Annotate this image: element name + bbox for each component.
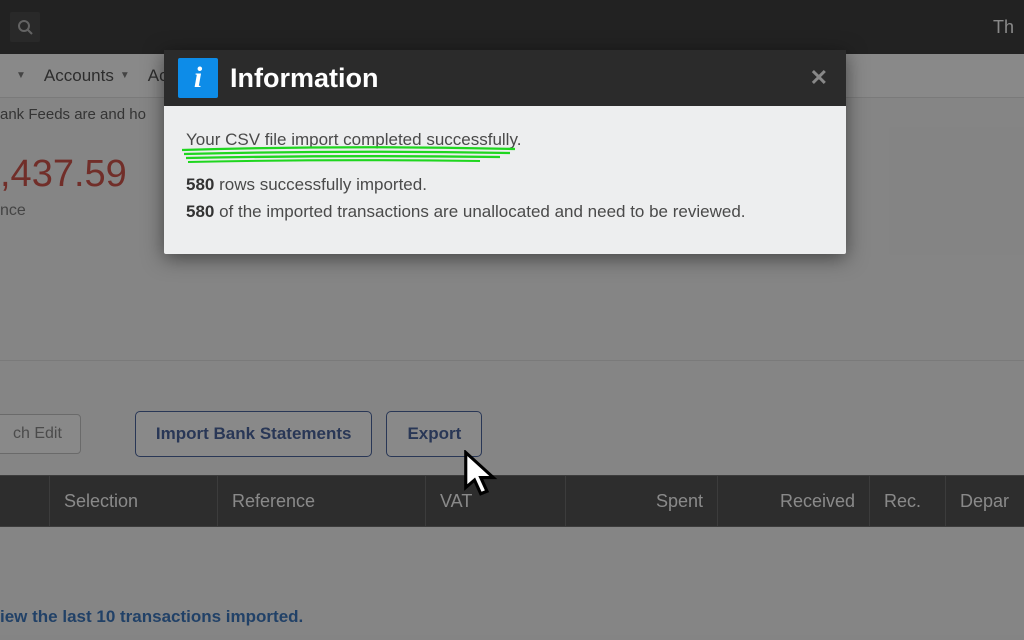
information-modal: i Information ✕ Your CSV file import com… <box>164 50 846 254</box>
modal-title: Information <box>230 63 379 94</box>
modal-line-3: 580 of the imported transactions are una… <box>186 198 824 225</box>
close-icon[interactable]: ✕ <box>810 65 828 91</box>
modal-body: Your CSV file import completed successfu… <box>164 106 846 254</box>
modal-line-2: 580 rows successfully imported. <box>186 171 824 198</box>
modal-header: i Information ✕ <box>164 50 846 106</box>
modal-success-text: Your CSV file import completed successfu… <box>186 130 521 149</box>
info-icon: i <box>178 58 218 98</box>
